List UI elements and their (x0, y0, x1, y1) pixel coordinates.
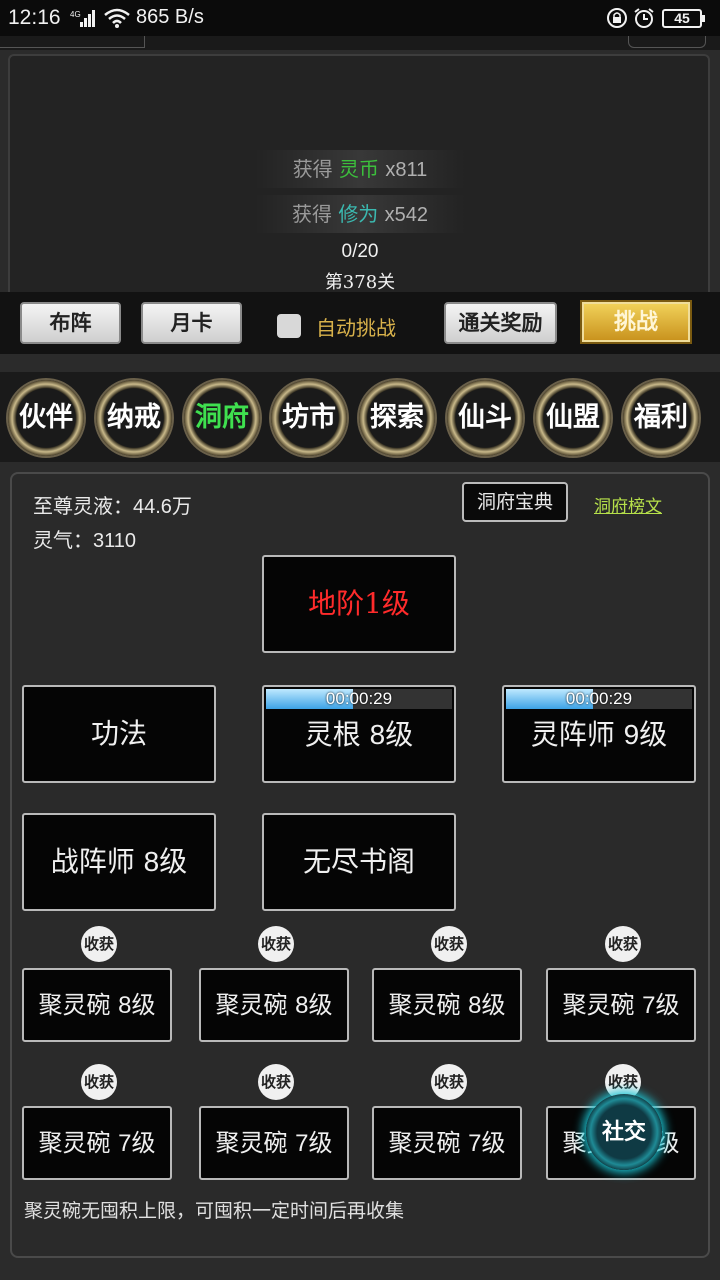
endless-library-box[interactable]: 无尽书阁 (262, 813, 456, 911)
spirit-bowl-box[interactable]: 聚灵碗 7级 (546, 968, 696, 1042)
stage-number: 第378关 (324, 272, 396, 293)
monthly-card-button[interactable]: 月卡 (141, 302, 242, 344)
harvest-button[interactable]: 收获 (81, 926, 117, 962)
spirit-bowl-box[interactable]: 聚灵碗 7级 (199, 1106, 349, 1180)
clear-rewards-button[interactable]: 通关奖励 (444, 302, 557, 344)
nav-market[interactable]: 坊市 (271, 380, 347, 456)
array-master-box[interactable]: 00:00:29 灵阵师 9级 (502, 685, 696, 783)
svg-text:4G: 4G (70, 10, 81, 19)
status-time: 12:16 (8, 6, 61, 29)
array-master-timer-bar: 00:00:29 (506, 689, 692, 709)
harvest-button[interactable]: 收获 (258, 1064, 294, 1100)
status-bar: 12:16 4G 865 B/s 45 (0, 0, 720, 36)
cave-tier-box[interactable]: 地阶1级 (262, 555, 456, 653)
nav-explore[interactable]: 探索 (359, 380, 435, 456)
nav-partner[interactable]: 伙伴 (8, 380, 84, 456)
spirit-bowl-box[interactable]: 聚灵碗 8级 (199, 968, 349, 1042)
rank-link[interactable]: 洞府榜文 (594, 492, 662, 517)
signal-icon: 4G (70, 10, 95, 27)
spirit-bowl-box[interactable]: 聚灵碗 7级 (372, 1106, 522, 1180)
supreme-liquid: 至尊灵液：44.6万 (33, 494, 192, 518)
reward-spirit-coin: 获得 灵币 x811 (255, 150, 465, 188)
harvest-button[interactable]: 收获 (431, 1064, 467, 1100)
spirit-root-timer-bar: 00:00:29 (266, 689, 452, 709)
spirit-root-box[interactable]: 00:00:29 灵根 8级 (262, 685, 456, 783)
nav-welfare[interactable]: 福利 (623, 380, 699, 456)
war-array-master-box[interactable]: 战阵师 8级 (22, 813, 216, 911)
alarm-icon (634, 8, 654, 28)
challenge-button[interactable]: 挑战 (580, 300, 692, 344)
lock-rotation-icon (607, 8, 627, 28)
gongfa-box[interactable]: 功法 (22, 685, 216, 783)
spirit-bowl-box[interactable]: 聚灵碗 7级 (22, 1106, 172, 1180)
nav-ring[interactable]: 纳戒 (96, 380, 172, 456)
top-strip (0, 36, 720, 50)
harvest-button[interactable]: 收获 (81, 1064, 117, 1100)
reward-cultivation: 获得 修为 x542 (255, 195, 465, 233)
nav-alliance[interactable]: 仙盟 (535, 380, 611, 456)
harvest-button[interactable]: 收获 (431, 926, 467, 962)
formation-button[interactable]: 布阵 (20, 302, 121, 344)
treasure-book-button[interactable]: 洞府宝典 (462, 482, 568, 522)
battery-icon: 45 (662, 9, 705, 28)
network-speed: 865 B/s (136, 6, 204, 28)
wave-progress: 0/20 (341, 241, 379, 262)
harvest-button[interactable]: 收获 (605, 926, 641, 962)
auto-challenge-label[interactable]: 自动挑战 (316, 312, 396, 341)
social-button[interactable]: 社交 (586, 1094, 662, 1170)
spirit-qi: 灵气：3110 (33, 528, 137, 552)
spirit-bowl-box[interactable]: 聚灵碗 8级 (22, 968, 172, 1042)
bowl-note: 聚灵碗无囤积上限，可囤积一定时间后再收集 (24, 1200, 405, 1222)
nav-duel[interactable]: 仙斗 (447, 380, 523, 456)
nav-cave[interactable]: 洞府 (184, 380, 260, 456)
wifi-icon (104, 8, 130, 28)
auto-challenge-checkbox[interactable] (277, 314, 301, 338)
harvest-button[interactable]: 收获 (258, 926, 294, 962)
spirit-bowl-box[interactable]: 聚灵碗 8级 (372, 968, 522, 1042)
